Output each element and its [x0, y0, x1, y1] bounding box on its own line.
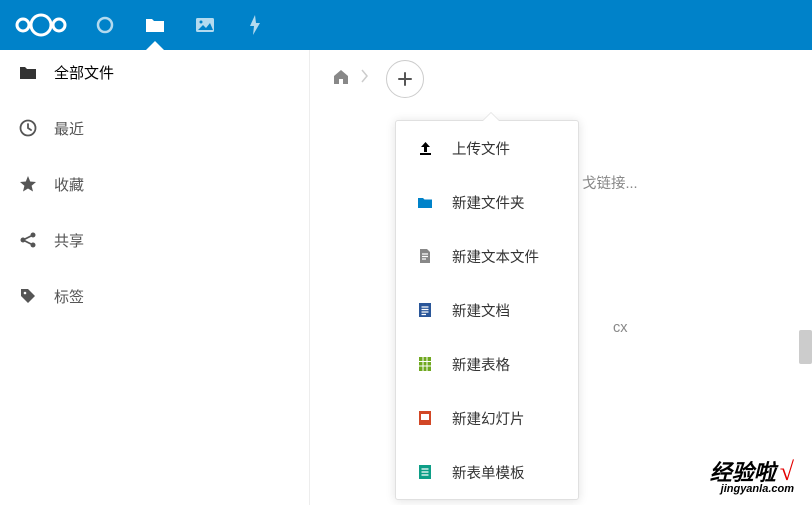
dropdown-item-label: 新表单模板	[452, 462, 525, 483]
background-text: 戈链接...	[582, 172, 638, 193]
nav-circle[interactable]	[80, 0, 130, 50]
sheet-icon	[416, 356, 434, 372]
dropdown-item-label: 新建表格	[452, 354, 510, 375]
dropdown-newdoc[interactable]: 新建文档	[396, 283, 578, 337]
add-button[interactable]	[386, 60, 424, 98]
sidebar-item-label: 全部文件	[54, 62, 114, 83]
background-text: cx	[613, 320, 628, 336]
dropdown-upload[interactable]: 上传文件	[396, 121, 578, 175]
nav-gallery[interactable]	[180, 0, 230, 50]
watermark-sub: jingyanla.com	[710, 483, 794, 495]
star-icon	[18, 175, 38, 193]
sidebar-item-allfiles[interactable]: 全部文件	[0, 50, 309, 94]
scrollbar[interactable]	[799, 330, 812, 364]
sidebar-item-favorites[interactable]: 收藏	[0, 162, 309, 206]
sidebar-item-tags[interactable]: 标签	[0, 274, 309, 318]
watermark-text: 经验啦	[710, 460, 776, 485]
dropdown-item-label: 新建文件夹	[452, 192, 525, 213]
home-icon[interactable]	[332, 68, 350, 91]
dropdown-newsheet[interactable]: 新建表格	[396, 337, 578, 391]
sidebar-item-label: 收藏	[54, 174, 84, 195]
nav-icons	[80, 0, 280, 50]
doc-icon	[416, 302, 434, 318]
logo[interactable]	[10, 9, 72, 41]
dropdown-newfolder[interactable]: 新建文件夹	[396, 175, 578, 229]
dropdown-item-label: 新建文本文件	[452, 246, 539, 267]
dropdown-newtext[interactable]: 新建文本文件	[396, 229, 578, 283]
sidebar-item-label: 标签	[54, 286, 84, 307]
watermark: 经验啦 √ jingyanla.com	[710, 455, 794, 495]
tag-icon	[18, 287, 38, 305]
sidebar-item-recent[interactable]: 最近	[0, 106, 309, 150]
nav-activity[interactable]	[230, 0, 280, 50]
share-icon	[18, 231, 38, 249]
header	[0, 0, 812, 50]
slide-icon	[416, 410, 434, 426]
dropdown-item-label: 新建文档	[452, 300, 510, 321]
folder-solid-icon	[416, 196, 434, 209]
upload-icon	[416, 140, 434, 156]
sidebar-item-label: 最近	[54, 118, 84, 139]
folder-icon	[18, 65, 38, 80]
nav-files[interactable]	[130, 0, 180, 50]
dropdown-newform[interactable]: 新表单模板	[396, 445, 578, 499]
breadcrumb	[310, 50, 812, 108]
dropdown-item-label: 新建幻灯片	[452, 408, 525, 429]
check-icon: √	[780, 457, 794, 486]
sidebar-item-label: 共享	[54, 230, 84, 251]
sidebar: 全部文件 最近 收藏 共享 标签	[0, 50, 310, 505]
add-dropdown: 上传文件 新建文件夹 新建文本文件 新建文档 新建表格 新建幻灯片 新表单模	[395, 120, 579, 500]
textfile-icon	[416, 248, 434, 264]
dropdown-item-label: 上传文件	[452, 138, 510, 159]
sidebar-item-share[interactable]: 共享	[0, 218, 309, 262]
dropdown-newslide[interactable]: 新建幻灯片	[396, 391, 578, 445]
clock-icon	[18, 119, 38, 137]
form-icon	[416, 464, 434, 480]
chevron-right-icon	[360, 67, 370, 91]
